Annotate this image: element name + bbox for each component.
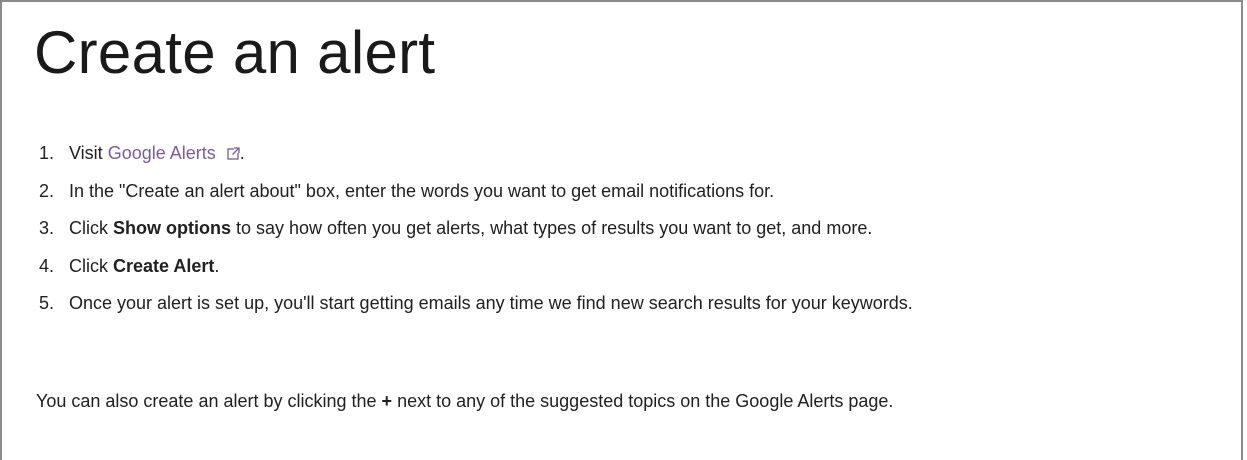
step-number: 5. <box>39 293 55 313</box>
step-number: 1. <box>39 143 55 163</box>
step-5: 5. Once your alert is set up, you'll sta… <box>39 293 913 331</box>
google-alerts-link-label: Google Alerts <box>107 143 216 163</box>
footer-text-suffix: next to any of the suggested topics on t… <box>392 391 894 411</box>
help-article-panel: Create an alert 1. Visit Google Alerts . <box>0 0 1243 460</box>
step-number: 2. <box>39 180 55 201</box>
step-2: 2. In the "Create an alert about" box, e… <box>39 181 913 219</box>
step-text-prefix: Click <box>69 255 113 276</box>
step-number: 3. <box>39 218 55 238</box>
create-alert-term: Create Alert <box>113 255 215 276</box>
step-text-prefix: Visit <box>69 143 108 163</box>
external-link-icon <box>227 147 240 160</box>
step-text: Once your alert is set up, you'll start … <box>69 293 913 313</box>
plus-symbol: + <box>381 391 393 411</box>
step-3: 3. Click Show options to say how often y… <box>39 218 913 256</box>
step-number: 4. <box>39 255 55 276</box>
google-alerts-link[interactable]: Google Alerts <box>108 143 240 164</box>
page-title: Create an alert <box>34 19 436 86</box>
steps-list: 1. Visit Google Alerts . 2. In the "Crea… <box>39 143 913 331</box>
step-1: 1. Visit Google Alerts . <box>39 143 913 181</box>
step-text-suffix: . <box>239 143 245 163</box>
step-4: 4. Click Create Alert . <box>39 256 913 294</box>
step-text-prefix: Click <box>69 218 113 238</box>
footer-note: You can also create an alert by clicking… <box>36 391 893 412</box>
step-text-suffix: . <box>214 255 220 276</box>
show-options-term: Show options <box>113 218 231 238</box>
footer-text-prefix: You can also create an alert by clicking… <box>36 391 382 411</box>
step-text-suffix: to say how often you get alerts, what ty… <box>230 218 873 238</box>
step-text: In the "Create an alert about" box, ente… <box>69 180 775 201</box>
